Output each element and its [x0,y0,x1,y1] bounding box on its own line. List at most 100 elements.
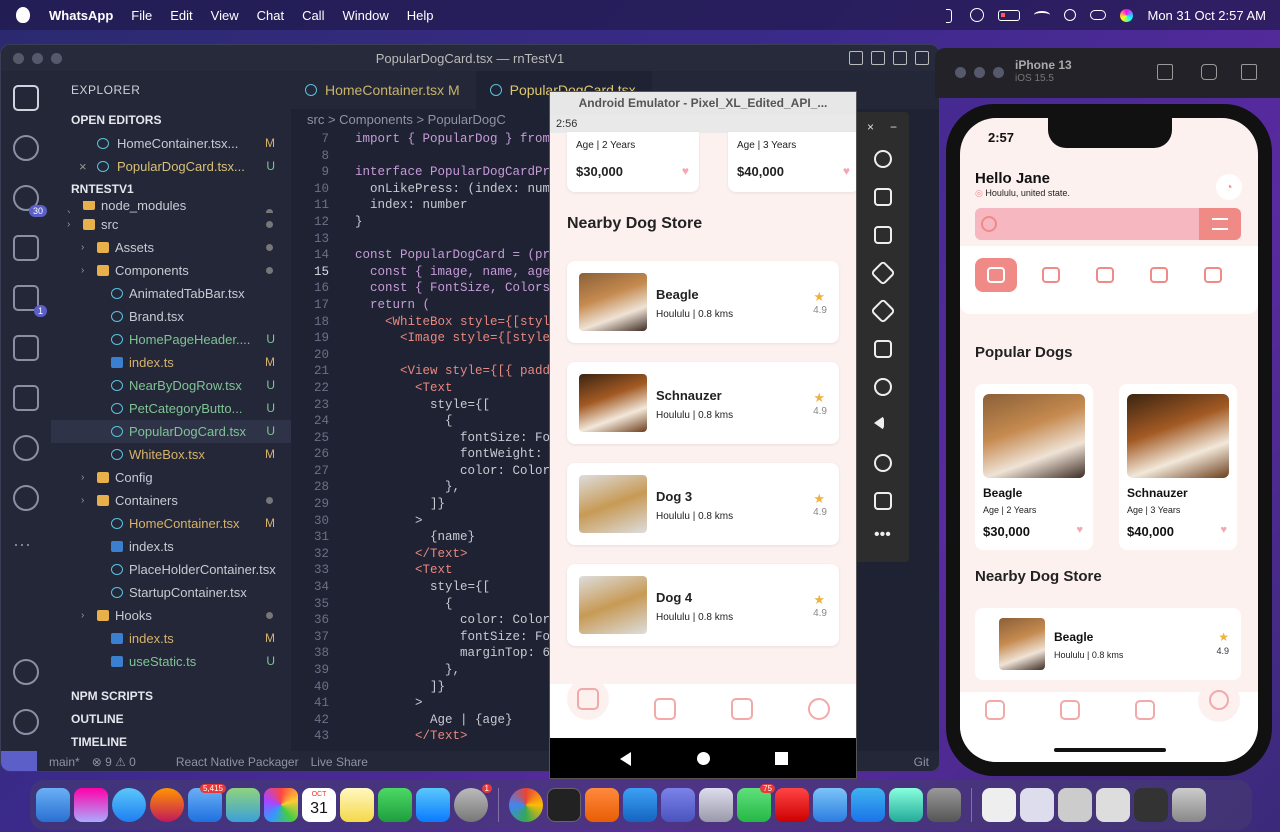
tree-file[interactable]: PopularDogCard.tsx U [51,420,291,443]
toggle-sidebar-icon[interactable] [849,51,863,65]
minimize-window-button[interactable] [974,67,985,78]
more-icon[interactable]: ••• [874,526,891,544]
rotate-left-icon[interactable] [870,260,896,286]
more-icon[interactable]: ··· [13,535,39,561]
tree-file[interactable]: WhiteBox.tsx M [51,443,291,466]
customize-layout-icon[interactable] [915,51,929,65]
notes-icon[interactable] [340,788,374,822]
menu-chat[interactable]: Chat [257,8,284,23]
run-debug-icon[interactable] [13,235,39,261]
open-editor-item[interactable]: HomeContainer.tsx... M [51,132,291,155]
search-icon[interactable] [13,135,39,161]
category-puppy-button[interactable] [1138,258,1180,292]
home-indicator[interactable] [1054,748,1166,752]
category-bird-button[interactable] [1084,258,1126,292]
popular-dog-card[interactable]: Schnauzer Age | 3 Years $40,000 ♥ [1119,384,1237,550]
tree-file[interactable]: StartupContainer.tsx [51,581,291,604]
tree-file[interactable]: HomeContainer.tsx M [51,512,291,535]
tree-file[interactable]: index.ts M [51,351,291,374]
close-window-button[interactable] [13,53,24,64]
overview-icon[interactable] [874,492,892,510]
menu-app-name[interactable]: WhatsApp [49,8,113,23]
launchpad-icon[interactable] [74,788,108,822]
vector-app-icon[interactable] [585,788,619,822]
paw-icon[interactable] [13,485,39,511]
menu-help[interactable]: Help [407,8,434,23]
wifi-icon[interactable] [1034,11,1051,19]
screenshot-icon[interactable] [1201,64,1217,80]
popular-dog-card[interactable]: Age | 2 Years $30,000 ♥ [567,132,699,192]
menu-edit[interactable]: Edit [170,8,192,23]
minimize-window-button[interactable] [32,53,43,64]
chrome-icon[interactable] [509,788,543,822]
tree-folder[interactable]: › Config [51,466,291,489]
settings-gear-icon[interactable] [13,709,39,735]
numbers-icon[interactable] [378,788,412,822]
battery-icon[interactable] [998,9,1021,21]
problems-indicator[interactable]: ⊗ 9 ⚠ 0 [92,755,136,769]
rotate-icon[interactable] [1241,64,1257,80]
store-row[interactable]: Dog 3 Hoululu | 0.8 kms ★ 4.9 [567,463,839,545]
screenshot-stack-icon[interactable] [1020,788,1054,822]
calculator-icon[interactable] [927,788,961,822]
document-stack-icon[interactable] [982,788,1016,822]
system-preferences-icon[interactable]: 1 [454,784,492,822]
bell-icon[interactable]: ◔ [1216,174,1242,200]
android-studio-icon[interactable] [889,788,923,822]
chevron-icon[interactable]: › [81,489,84,512]
store-row[interactable]: Beagle Hoululu | 0.8 kms ★ 4.9 [567,261,839,343]
explorer-icon[interactable] [13,85,39,111]
close-editor-icon[interactable]: × [79,155,87,178]
back-icon[interactable] [620,752,631,766]
testing-icon[interactable] [13,335,39,361]
back-icon[interactable] [874,416,884,430]
home-button-icon[interactable] [1157,64,1173,80]
app-store-icon[interactable] [416,788,450,822]
xcode-icon[interactable] [813,788,847,822]
menu-window[interactable]: Window [342,8,388,23]
tree-file[interactable]: index.ts [51,535,291,558]
tree-file[interactable]: Brand.tsx [51,305,291,328]
settings-tab-icon[interactable] [808,698,830,720]
popular-dog-card[interactable]: Age | 3 Years $40,000 ♥ [728,132,856,192]
open-editor-item[interactable]: × PopularDogCard.tsx... U [51,155,291,178]
open-editors-section[interactable]: OPEN EDITORS [51,109,291,132]
chevron-icon[interactable]: › [81,259,84,282]
simulator-icon[interactable] [851,788,885,822]
file-stack-icon[interactable] [1096,788,1130,822]
source-control-icon[interactable]: 30 [13,185,47,217]
anydesk-icon[interactable] [775,788,809,822]
liveshare-indicator[interactable]: Live Share [311,755,368,769]
teams-icon[interactable] [661,788,695,822]
whatsapp-icon[interactable]: 75 [737,784,775,822]
volume-down-icon[interactable] [874,226,892,244]
project-section[interactable]: RNTESTV1 [51,178,291,201]
tree-folder[interactable]: › Components [51,259,291,282]
tree-file[interactable]: NearByDogRow.tsx U [51,374,291,397]
category-dog-button[interactable] [975,258,1017,292]
siri-icon[interactable] [1120,8,1134,22]
home-icon[interactable] [697,752,710,765]
category-bull-button[interactable] [1192,258,1234,292]
filter-button[interactable] [1199,208,1241,240]
git-indicator[interactable]: Git [914,755,929,769]
tree-file[interactable]: useStatic.ts U [51,650,291,673]
extensions-icon[interactable]: 1 [13,285,47,317]
zoom-window-button[interactable] [51,53,62,64]
tree-folder[interactable]: › Containers [51,489,291,512]
preview-icon[interactable] [699,788,733,822]
vscode-icon[interactable] [623,788,657,822]
remote-explorer-icon[interactable] [13,385,39,411]
gallery-tab-icon[interactable] [731,698,753,720]
menubar-clock[interactable]: Mon 31 Oct 2:57 AM [1147,8,1266,23]
store-tab-icon[interactable] [654,698,676,720]
chevron-icon[interactable]: › [81,236,84,259]
toggle-secondary-sidebar-icon[interactable] [893,51,907,65]
overview-icon[interactable] [775,752,788,765]
search-input[interactable] [975,208,1241,240]
menu-call[interactable]: Call [302,8,324,23]
maps-icon[interactable] [226,788,260,822]
gallery-tab-icon[interactable] [1135,700,1155,720]
tab-home-container[interactable]: HomeContainer.tsx M [291,71,476,109]
chevron-icon[interactable]: › [81,604,84,627]
